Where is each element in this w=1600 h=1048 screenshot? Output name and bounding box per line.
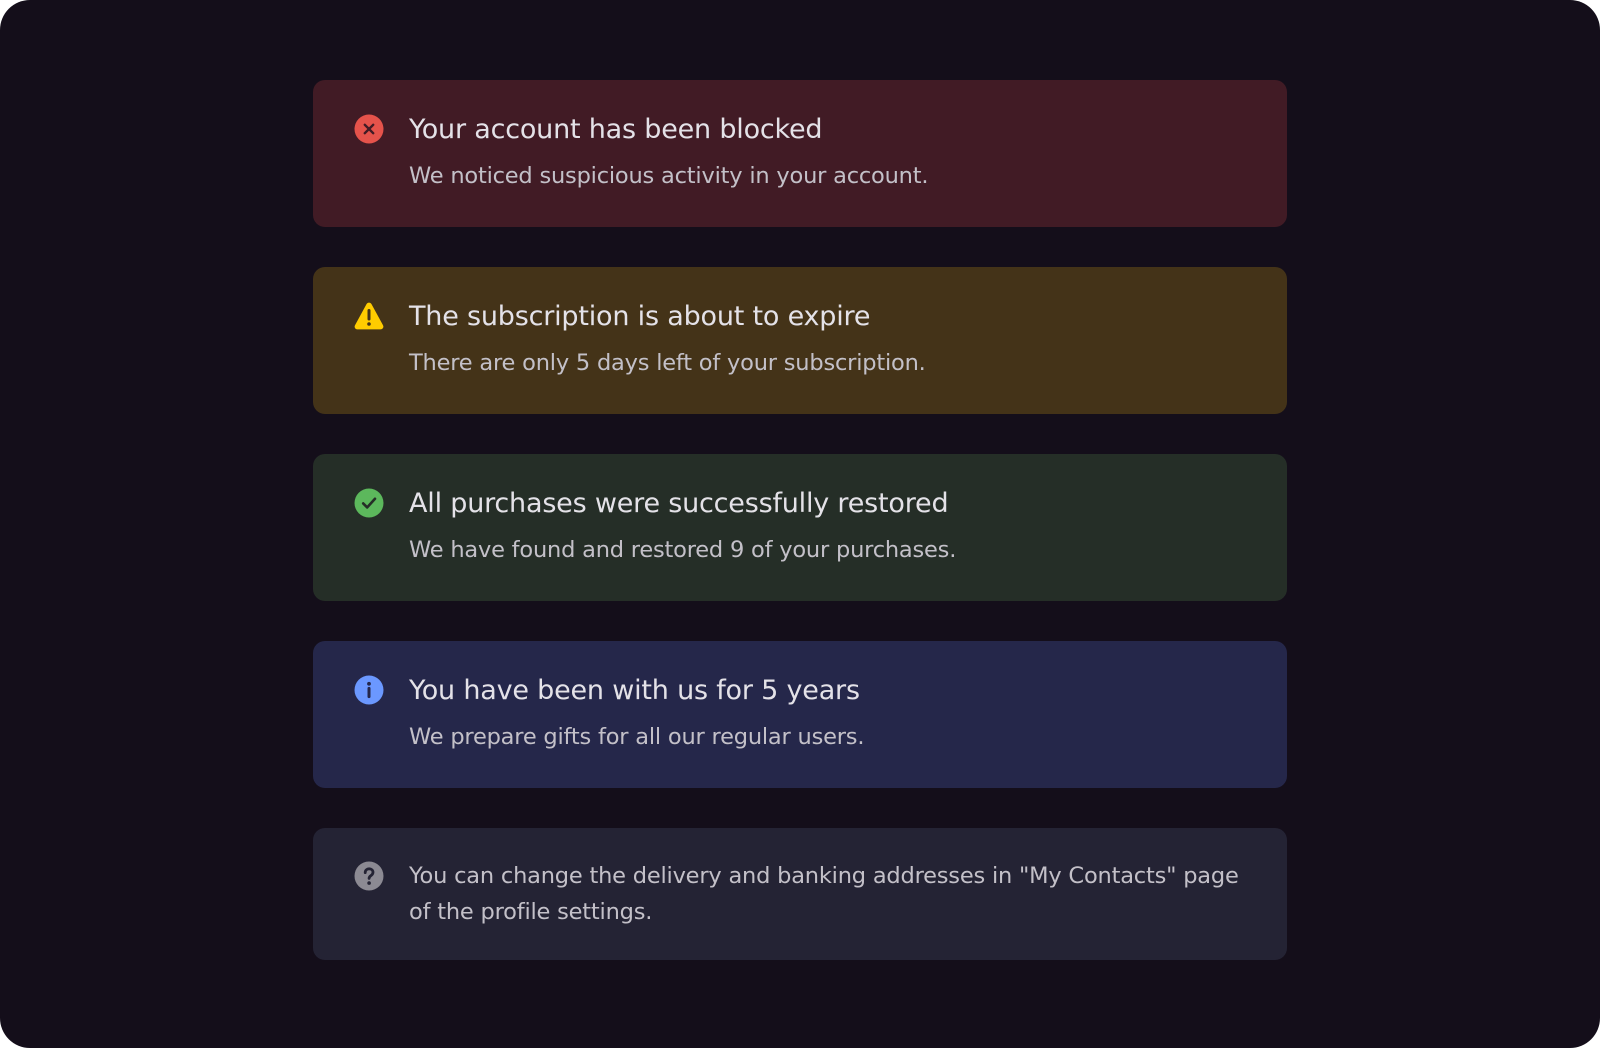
page-frame: Your account has been blocked We noticed… (0, 0, 1600, 1048)
alert-title: Your account has been blocked (409, 114, 823, 145)
checkmark-icon (354, 488, 384, 518)
alert-danger: Your account has been blocked We noticed… (313, 80, 1287, 227)
alert-message: There are only 5 days left of your subsc… (409, 350, 926, 376)
alert-list: Your account has been blocked We noticed… (313, 80, 1287, 1000)
alert-title: All purchases were successfully restored (409, 488, 949, 519)
alert-warning: The subscription is about to expire Ther… (313, 267, 1287, 414)
alert-info: You have been with us for 5 years We pre… (313, 641, 1287, 788)
question-mark-icon (354, 861, 384, 891)
alert-message: We noticed suspicious activity in your a… (409, 163, 929, 189)
info-icon (354, 675, 384, 705)
warning-triangle-icon (354, 302, 384, 330)
alert-message: We prepare gifts for all our regular use… (409, 724, 865, 750)
alert-success: All purchases were successfully restored… (313, 454, 1287, 601)
alert-title: The subscription is about to expire (409, 301, 871, 332)
alert-title: You have been with us for 5 years (409, 675, 860, 706)
error-x-icon (354, 114, 384, 144)
alert-message: We have found and restored 9 of your pur… (409, 537, 957, 563)
alert-neutral: You can change the delivery and banking … (313, 828, 1287, 960)
alert-message: You can change the delivery and banking … (409, 863, 1239, 925)
